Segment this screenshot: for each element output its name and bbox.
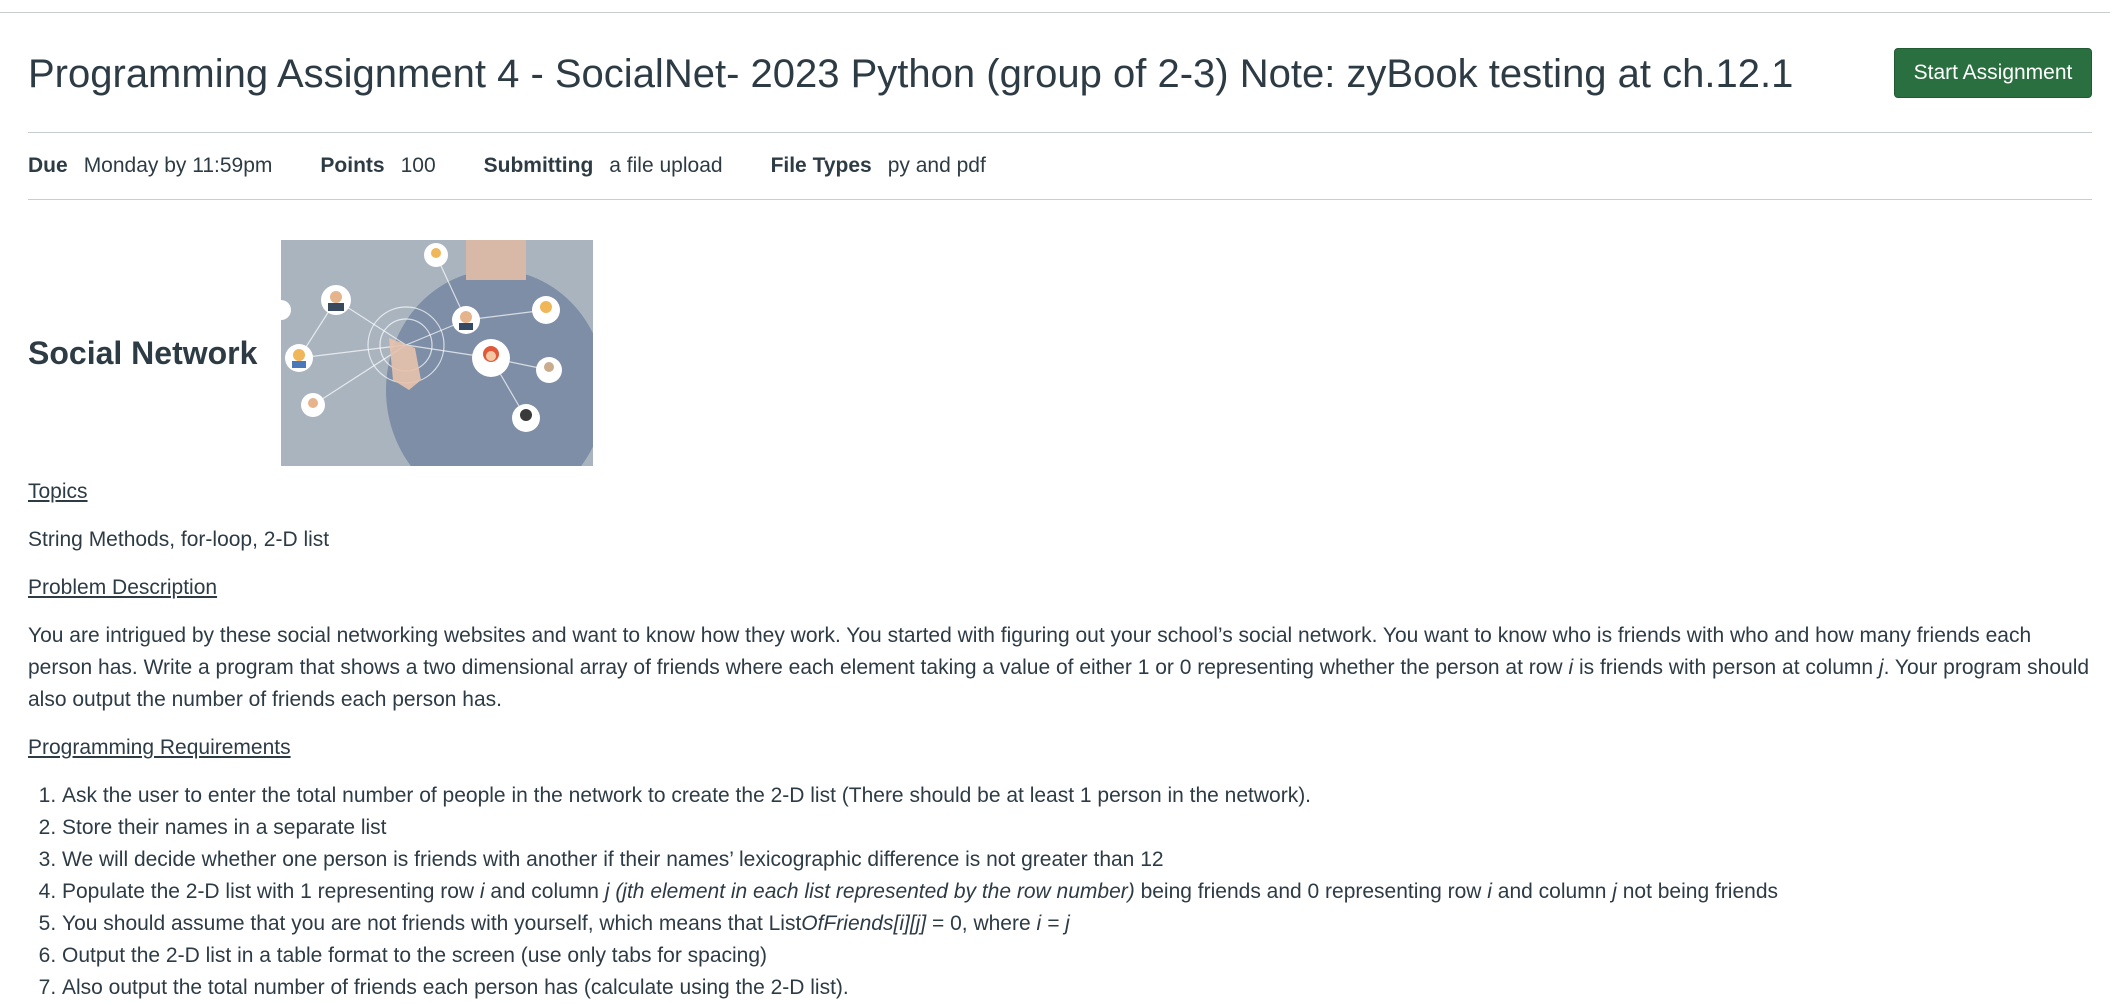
problem-description-text: You are intrigued by these social networ…	[28, 620, 2092, 716]
details-divider	[28, 199, 2092, 200]
due-label: Due	[28, 154, 68, 177]
variable-condition: i = j	[1036, 912, 1070, 935]
variable-j: j (jth element in each list represented …	[604, 880, 1135, 903]
file-types-detail: File Types py and pdf	[771, 154, 986, 178]
start-assignment-button[interactable]: Start Assignment	[1894, 48, 2092, 98]
code-reference: OfFriends[i][j]	[801, 912, 927, 935]
requirements-list: Ask the user to enter the total number o…	[28, 780, 2092, 1004]
submitting-value: a file upload	[609, 154, 723, 177]
points-detail: Points 100	[320, 154, 435, 178]
requirement-text-part: being friends and 0 representing row	[1134, 880, 1488, 903]
section-heading-row: Social Network	[28, 240, 2092, 466]
requirement-text-part: and column	[484, 880, 605, 903]
submitting-label: Submitting	[483, 154, 594, 177]
requirement-item: We will decide whether one person is fri…	[62, 844, 2092, 876]
requirement-item: Populate the 2-D list with 1 representin…	[62, 876, 2092, 908]
top-divider	[0, 12, 2110, 13]
requirement-item: You should assume that you are not frien…	[62, 908, 2092, 940]
requirement-item: Ask the user to enter the total number o…	[62, 780, 2092, 812]
requirement-item: Output the 2-D list in a table format to…	[62, 940, 2092, 972]
topics-text: String Methods, for-loop, 2-D list	[28, 528, 330, 551]
points-label: Points	[320, 154, 385, 177]
points-value: 100	[400, 154, 436, 177]
due-detail: Due Monday by 11:59pm	[28, 154, 272, 178]
problem-text-part: is friends with person at column	[1573, 656, 1879, 679]
topics-heading: Topics	[28, 480, 88, 503]
assignment-details: Due Monday by 11:59pm Points 100 Submitt…	[28, 150, 1034, 182]
section-heading: Social Network	[28, 335, 258, 371]
problem-description-heading: Problem Description	[28, 576, 218, 599]
network-illustration	[281, 240, 594, 466]
requirement-text-part: Populate the 2-D list with 1 representin…	[62, 880, 480, 903]
requirement-text-part: not being friends	[1616, 880, 1778, 903]
social-network-image	[281, 240, 594, 466]
submitting-detail: Submitting a file upload	[484, 154, 723, 178]
requirement-text-part: and column	[1491, 880, 1613, 903]
assignment-header: Programming Assignment 4 - SocialNet- 20…	[28, 44, 2092, 104]
page-title: Programming Assignment 4 - SocialNet- 20…	[28, 52, 1794, 96]
due-value: Monday by 11:59pm	[83, 154, 273, 177]
requirement-item: Store their names in a separate list	[62, 812, 2092, 844]
header-divider	[28, 132, 2092, 133]
file-types-label: File Types	[770, 154, 872, 177]
file-types-value: py and pdf	[887, 154, 986, 177]
programming-requirements-heading: Programming Requirements	[28, 736, 291, 759]
assignment-description: Social Network Topics String Methods, fo…	[28, 240, 2092, 1004]
requirement-text-part: = 0, where	[926, 912, 1037, 935]
requirement-item: Also output the total number of friends …	[62, 972, 2092, 1004]
requirement-text-part: You should assume that you are not frien…	[62, 912, 802, 935]
